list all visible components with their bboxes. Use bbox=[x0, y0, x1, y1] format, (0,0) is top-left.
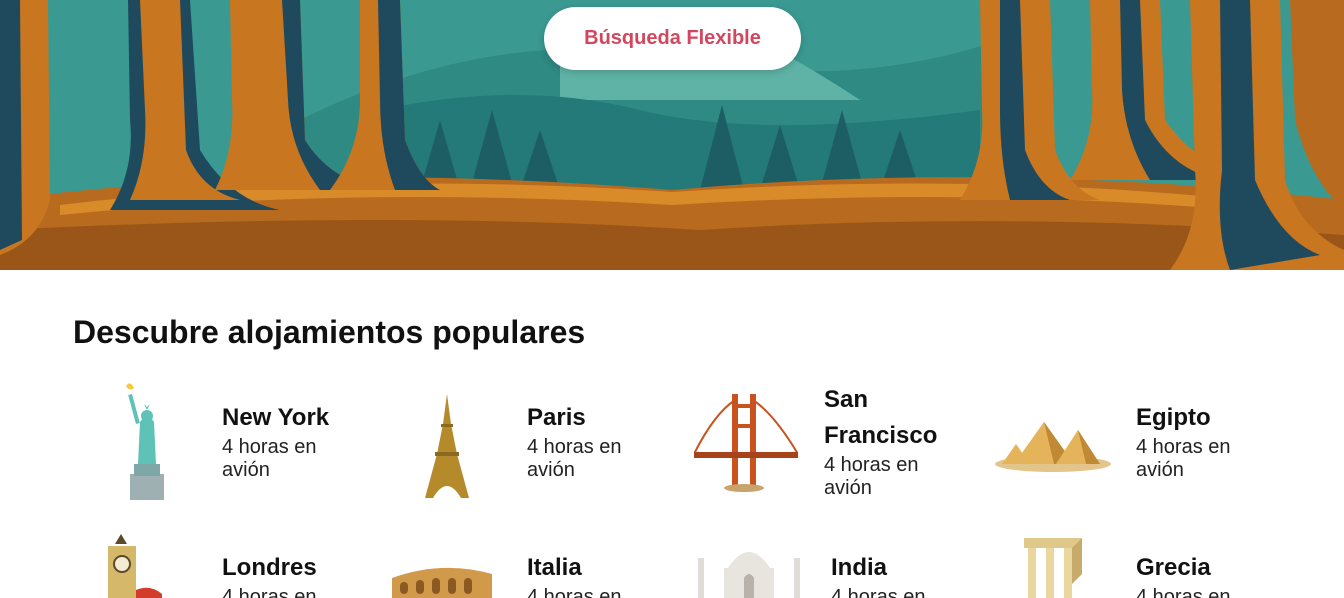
destination-card-grecia[interactable]: Grecia 4 horas en bbox=[1016, 530, 1274, 598]
destination-name: Paris bbox=[527, 404, 586, 431]
destination-card-new-york[interactable]: New York 4 horas en avión bbox=[100, 380, 360, 505]
pyramids-icon bbox=[995, 422, 1111, 472]
destination-card-egipto[interactable]: Egipto 4 horas en avión bbox=[994, 380, 1274, 505]
statue-of-liberty-icon bbox=[126, 383, 164, 500]
destination-subtitle: 4 horas en avión bbox=[824, 454, 919, 499]
destination-card-italia[interactable]: Italia 4 horas en bbox=[388, 530, 668, 598]
destination-card-paris[interactable]: Paris 4 horas en avión bbox=[405, 380, 665, 505]
destination-name: New York bbox=[222, 404, 330, 431]
destination-subtitle: 4 horas en avión bbox=[527, 436, 622, 481]
destination-subtitle: 4 horas en bbox=[222, 586, 317, 598]
destination-subtitle: 4 horas en avión bbox=[1136, 436, 1231, 481]
taj-mahal-icon bbox=[698, 552, 800, 598]
destination-name: Egipto bbox=[1136, 404, 1211, 431]
hero-banner: Búsqueda Flexible bbox=[0, 0, 1344, 270]
destination-card-india[interactable]: India 4 horas en bbox=[694, 530, 974, 598]
golden-gate-bridge-icon bbox=[694, 394, 798, 492]
destination-subtitle: 4 horas en bbox=[831, 586, 926, 598]
destination-name: Italia bbox=[527, 554, 582, 581]
flexible-search-button[interactable]: Búsqueda Flexible bbox=[544, 7, 801, 70]
greek-temple-icon bbox=[1024, 538, 1082, 598]
big-ben-icon bbox=[108, 534, 162, 598]
destination-card-san-francisco[interactable]: San Francisco 4 horas en avión bbox=[694, 380, 974, 505]
eiffel-tower-icon bbox=[425, 394, 469, 498]
destination-card-londres[interactable]: Londres 4 horas en bbox=[100, 530, 360, 598]
destination-subtitle: 4 horas en bbox=[1136, 586, 1231, 598]
section-title: Descubre alojamientos populares bbox=[73, 314, 586, 350]
colosseum-icon bbox=[392, 567, 492, 598]
destination-name: Londres bbox=[222, 554, 317, 581]
destination-subtitle: 4 horas en avión bbox=[222, 436, 317, 481]
destination-name: Grecia bbox=[1136, 554, 1211, 581]
destination-subtitle: 4 horas en bbox=[527, 586, 622, 598]
destination-name: San Francisco bbox=[824, 386, 938, 449]
destination-name: India bbox=[831, 554, 888, 581]
